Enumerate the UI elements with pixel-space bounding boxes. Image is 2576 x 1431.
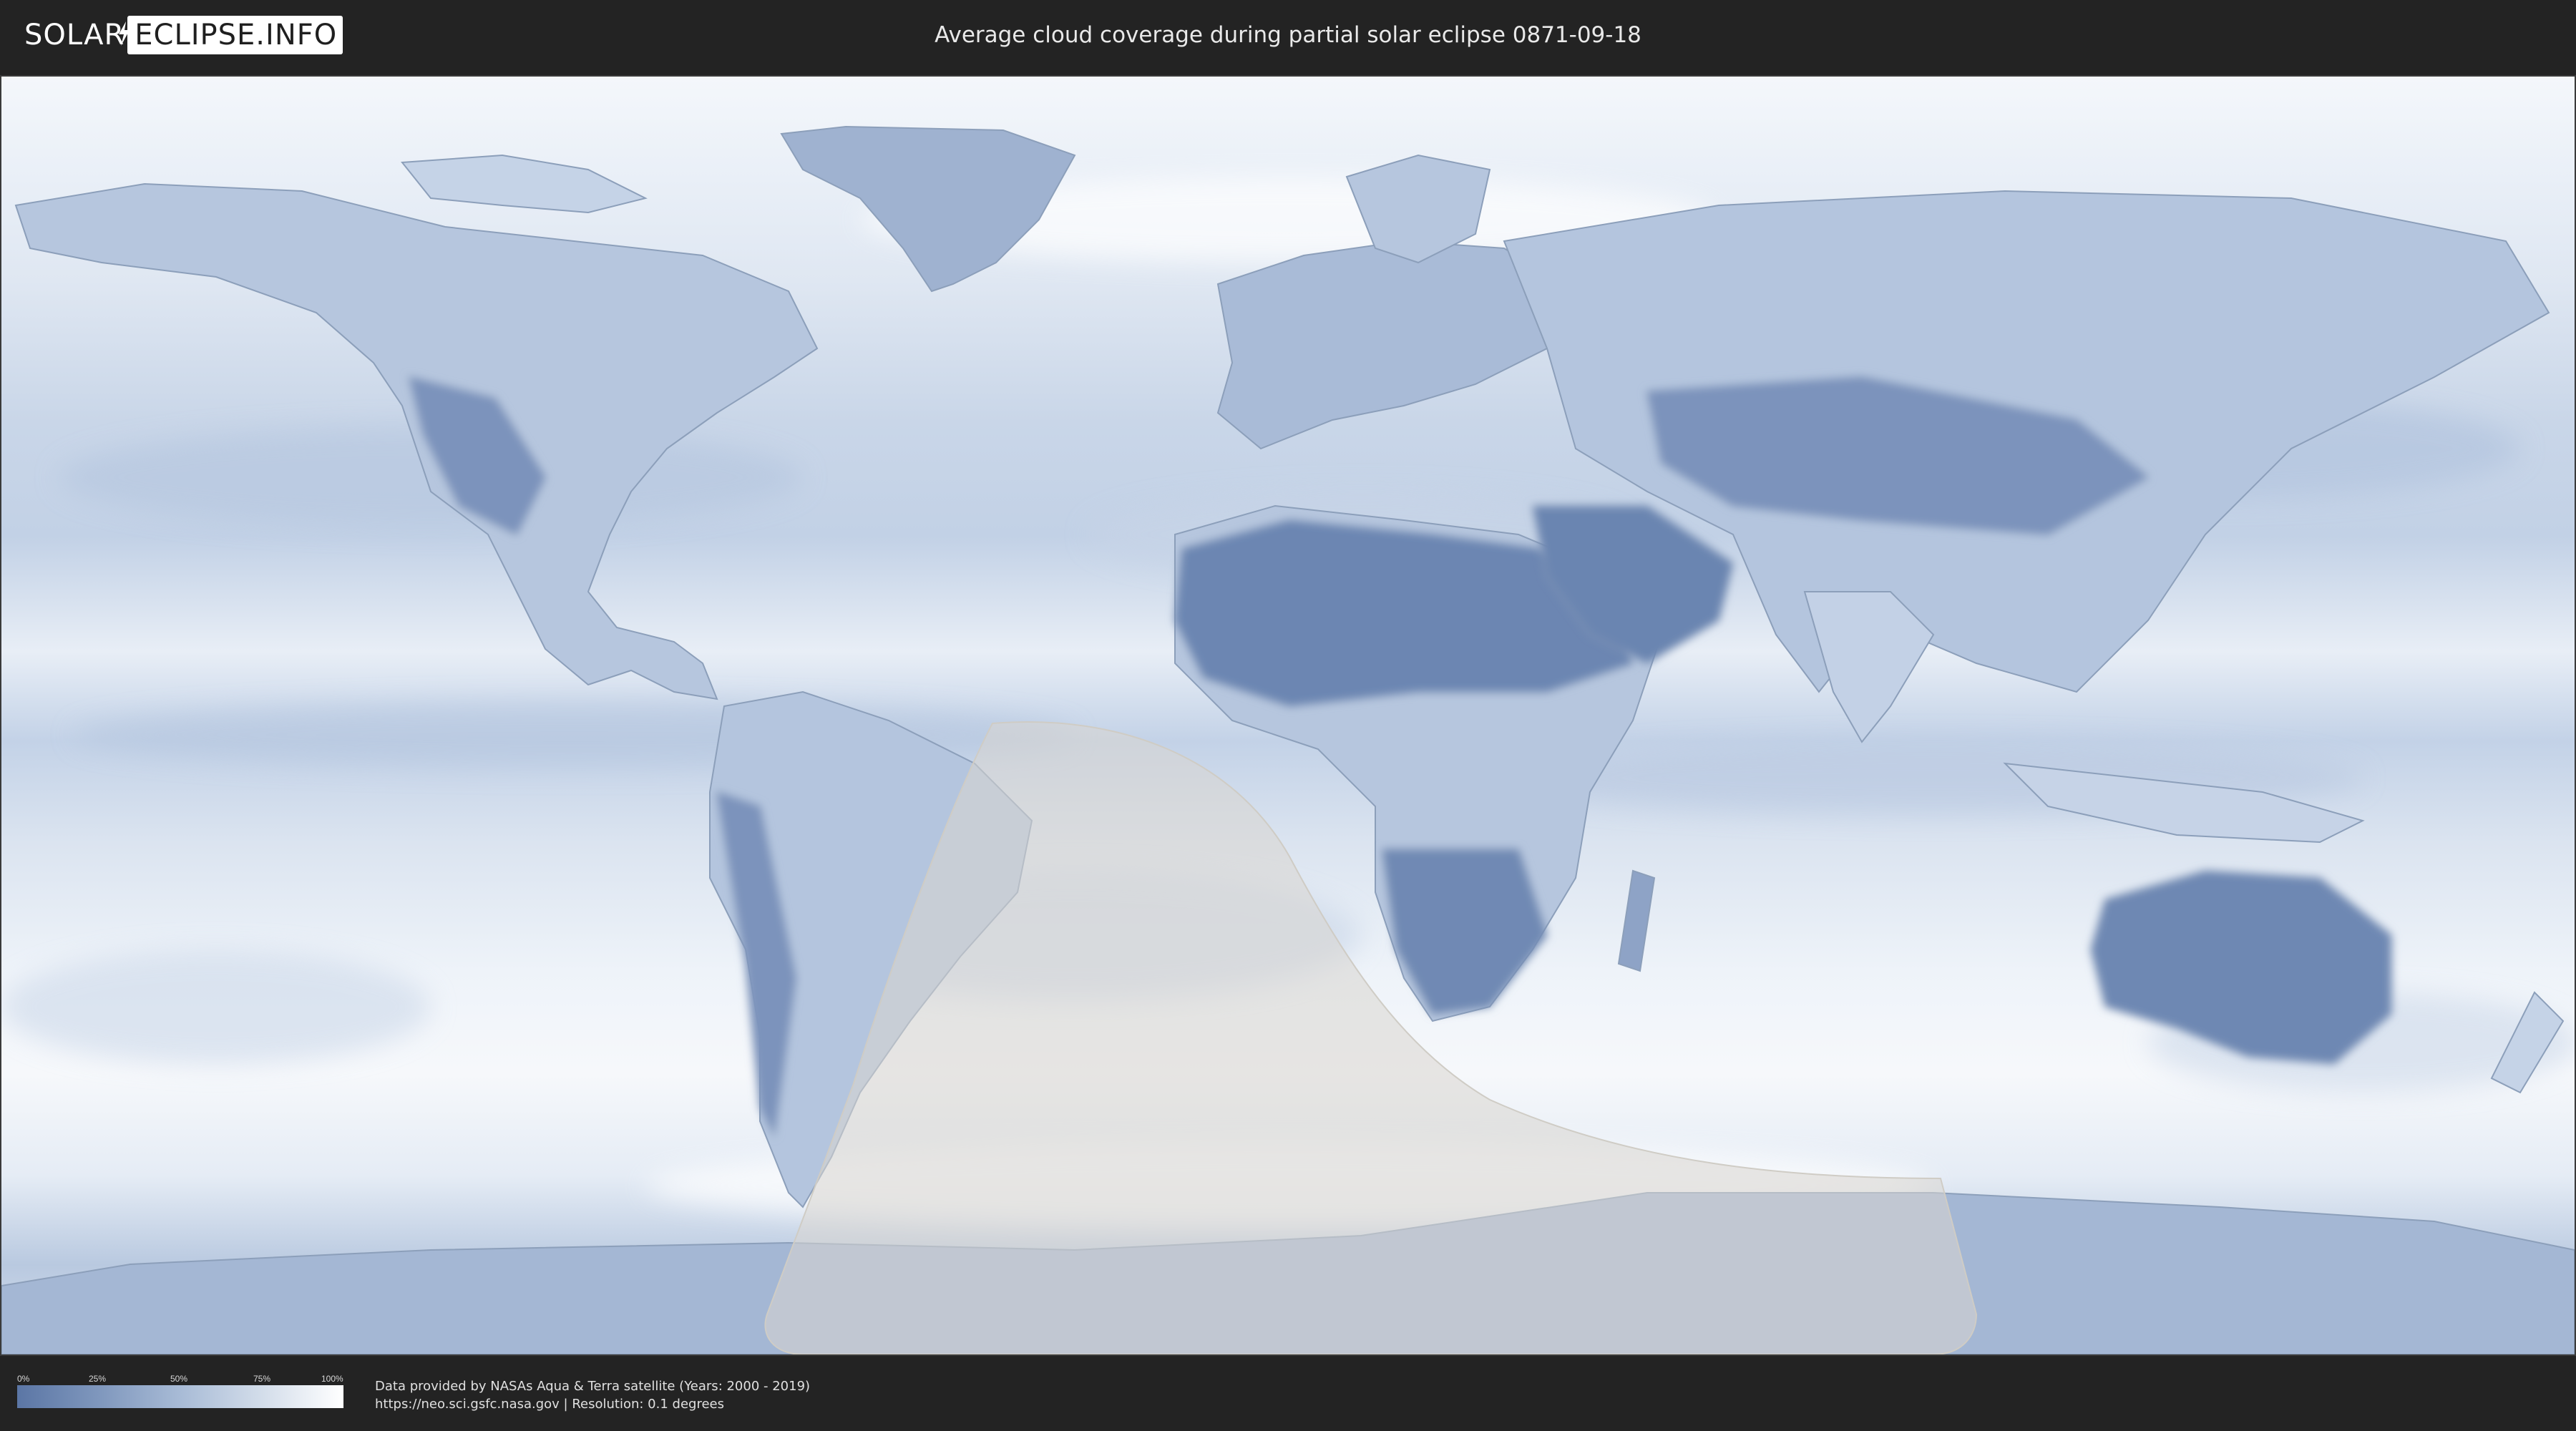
logo-text-solar: SOLAR (24, 19, 125, 52)
legend-tick-100: 100% (321, 1374, 343, 1384)
map-canvas (1, 77, 2575, 1354)
logo-text-eclipse-info: ECLIPSE.INFO (119, 16, 343, 54)
legend-tick-75: 75% (253, 1374, 271, 1384)
credits-url[interactable]: https://neo.sci.gsfc.nasa.gov | Resoluti… (375, 1395, 810, 1413)
credits-source: Data provided by NASAs Aqua & Terra sate… (375, 1379, 811, 1394)
cloud-coverage-map[interactable] (0, 75, 2576, 1356)
legend-color-bar (17, 1385, 343, 1408)
legend-tick-50: 50% (170, 1374, 188, 1384)
site-logo[interactable]: SOLAR ECLIPSE.INFO (24, 16, 343, 54)
legend-tick-25: 25% (89, 1374, 107, 1384)
legend-tick-0: 0% (17, 1374, 30, 1384)
legend-ticks: 0% 25% 50% 75% 100% (17, 1374, 343, 1385)
map-title: Average cloud coverage during partial so… (935, 22, 1641, 48)
lightning-bolt-icon (119, 21, 130, 46)
cloud-coverage-legend: 0% 25% 50% 75% 100% (17, 1374, 343, 1408)
logo-label: ECLIPSE.INFO (135, 19, 338, 52)
header-bar: Average cloud coverage during partial so… (0, 0, 2576, 72)
data-credits: Data provided by NASAs Aqua & Terra sate… (375, 1377, 810, 1413)
